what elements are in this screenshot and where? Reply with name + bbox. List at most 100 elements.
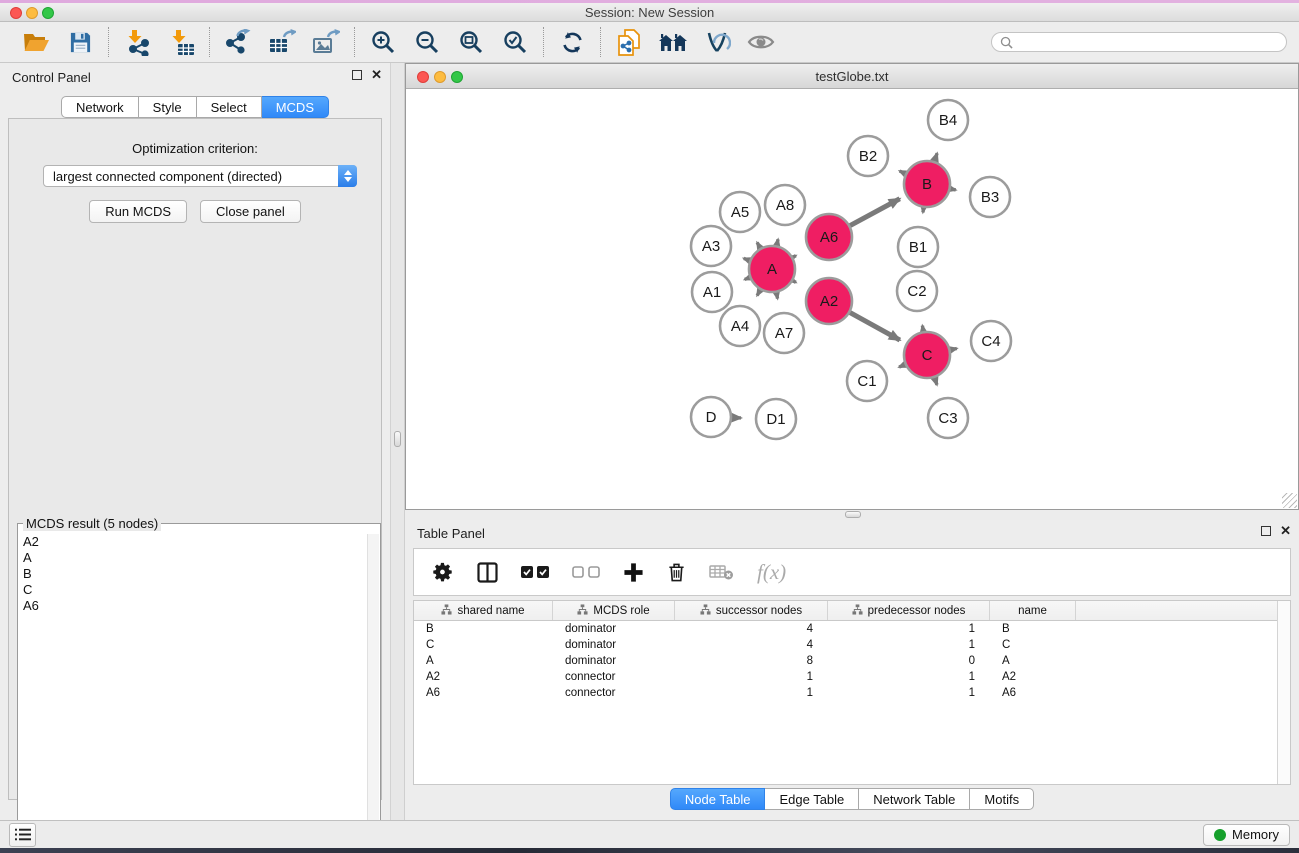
table-cell[interactable]: B (990, 621, 1076, 637)
node-D[interactable]: D (691, 397, 731, 437)
table-cell[interactable]: dominator (553, 637, 675, 653)
column-header-name[interactable]: name (990, 601, 1076, 620)
search-input[interactable] (1013, 35, 1278, 49)
clone-network-icon[interactable] (614, 27, 644, 57)
edge-A-A3[interactable] (744, 258, 750, 260)
table-cell[interactable]: A6 (990, 685, 1076, 701)
edge-B-B2[interactable] (900, 171, 906, 174)
float-panel-icon[interactable] (352, 70, 362, 80)
close-panel-icon[interactable]: ✕ (1280, 526, 1291, 536)
mcds-list-scrollbar[interactable] (367, 534, 379, 853)
criterion-dropdown[interactable]: largest connected component (directed) (43, 165, 357, 187)
delete-column-icon[interactable] (667, 561, 686, 583)
edge-C-C4[interactable] (950, 348, 956, 349)
table-row[interactable]: A6connector11A6 (414, 685, 1290, 701)
edge-A-A8[interactable] (777, 239, 778, 245)
tab-network[interactable]: Network (61, 96, 139, 118)
zoom-fit-icon[interactable] (456, 27, 486, 57)
graphics-details-icon[interactable] (702, 27, 732, 57)
table-cell[interactable]: 1 (828, 621, 990, 637)
edge-C-C3[interactable] (935, 378, 937, 385)
node-A1[interactable]: A1 (692, 272, 732, 312)
node-A7[interactable]: A7 (764, 313, 804, 353)
horizontal-splitter-handle[interactable] (845, 511, 861, 518)
table-cell[interactable]: 1 (828, 669, 990, 685)
edge-B-B1[interactable] (923, 208, 924, 213)
delete-table-icon[interactable] (709, 564, 734, 581)
node-C1[interactable]: C1 (847, 361, 887, 401)
columns-icon[interactable] (477, 562, 498, 583)
table-cell[interactable]: connector (553, 685, 675, 701)
minimize-window-button[interactable] (26, 7, 38, 19)
edge-A2-C[interactable] (850, 313, 900, 340)
mcds-result-item[interactable]: B (23, 566, 380, 582)
node-B3[interactable]: B3 (970, 177, 1010, 217)
node-B4[interactable]: B4 (928, 100, 968, 140)
table-cell[interactable]: 0 (828, 653, 990, 669)
table-cell[interactable]: A2 (990, 669, 1076, 685)
node-A6[interactable]: A6 (806, 214, 852, 260)
export-network-icon[interactable] (223, 27, 253, 57)
node-A4[interactable]: A4 (720, 306, 760, 346)
table-cell[interactable]: 1 (675, 669, 828, 685)
gear-icon[interactable] (432, 561, 454, 583)
table-cell[interactable]: C (990, 637, 1076, 653)
import-network-icon[interactable] (122, 27, 152, 57)
network-zoom-button[interactable] (451, 71, 463, 83)
close-panel-icon[interactable]: ✕ (371, 70, 382, 80)
function-builder-icon[interactable]: f(x) (757, 560, 786, 585)
edge-B-B3[interactable] (951, 189, 956, 190)
node-A5[interactable]: A5 (720, 192, 760, 232)
table-cell[interactable]: 1 (828, 685, 990, 701)
table-cell[interactable]: C (414, 637, 553, 653)
table-cell[interactable]: A2 (414, 669, 553, 685)
tab-node-table[interactable]: Node Table (670, 788, 766, 810)
add-column-icon[interactable] (623, 562, 644, 583)
refresh-icon[interactable] (557, 27, 587, 57)
edge-A-A2[interactable] (793, 281, 796, 283)
column-header-shared-name[interactable]: shared name (414, 601, 553, 620)
node-C2[interactable]: C2 (897, 271, 937, 311)
tab-style[interactable]: Style (139, 96, 197, 118)
open-session-icon[interactable] (21, 27, 51, 57)
table-row[interactable]: Bdominator41B (414, 621, 1290, 637)
table-cell[interactable]: 4 (675, 637, 828, 653)
tab-motifs[interactable]: Motifs (970, 788, 1034, 810)
column-header-MCDS-role[interactable]: MCDS role (553, 601, 675, 620)
show-hide-icon[interactable] (746, 27, 776, 57)
node-C[interactable]: C (904, 332, 950, 378)
export-image-icon[interactable] (311, 27, 341, 57)
table-cell[interactable]: 1 (675, 685, 828, 701)
network-minimize-button[interactable] (434, 71, 446, 83)
network-window-titlebar[interactable]: testGlobe.txt (406, 64, 1298, 89)
column-header-predecessor-nodes[interactable]: predecessor nodes (828, 601, 990, 620)
run-mcds-button[interactable]: Run MCDS (89, 200, 187, 223)
select-all-icon[interactable] (521, 566, 549, 578)
edge-A6-B[interactable] (850, 199, 900, 226)
node-C4[interactable]: C4 (971, 321, 1011, 361)
mcds-result-item[interactable]: A2 (23, 534, 380, 550)
zoom-in-icon[interactable] (368, 27, 398, 57)
memory-button[interactable]: Memory (1203, 824, 1290, 846)
node-A[interactable]: A (749, 246, 795, 292)
mcds-result-item[interactable]: A6 (23, 598, 380, 614)
export-table-icon[interactable] (267, 27, 297, 57)
table-cell[interactable]: 8 (675, 653, 828, 669)
node-A3[interactable]: A3 (691, 226, 731, 266)
node-A8[interactable]: A8 (765, 185, 805, 225)
deselect-all-icon[interactable] (572, 566, 600, 578)
network-canvas[interactable]: B4B2BB3A8A5A6A3B1AA1C2A2A4A7C4CC1C3DD1 (406, 89, 1298, 509)
table-cell[interactable]: 1 (828, 637, 990, 653)
zoom-selected-icon[interactable] (500, 27, 530, 57)
network-close-button[interactable] (417, 71, 429, 83)
edge-A-A5[interactable] (757, 243, 760, 249)
table-cell[interactable]: A (990, 653, 1076, 669)
node-B[interactable]: B (904, 161, 950, 207)
edge-C-C2[interactable] (922, 326, 923, 332)
table-cell[interactable]: 4 (675, 621, 828, 637)
table-cell[interactable]: dominator (553, 653, 675, 669)
zoom-out-icon[interactable] (412, 27, 442, 57)
save-session-icon[interactable] (65, 27, 95, 57)
column-header-successor-nodes[interactable]: successor nodes (675, 601, 828, 620)
edge-A-A4[interactable] (757, 290, 760, 296)
